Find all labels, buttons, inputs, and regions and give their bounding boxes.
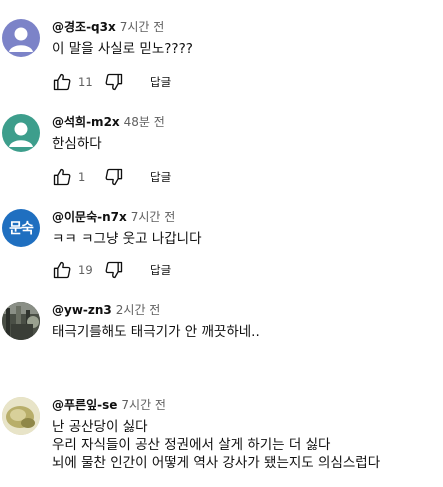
- comment-text: 난 공산당이 싫다 우리 자식들이 공산 정권에서 살게 하기는 더 싫다 뇌에…: [52, 418, 380, 472]
- profile-photo-icon: [2, 302, 40, 340]
- reply-button[interactable]: 답글: [150, 262, 171, 278]
- reply-button[interactable]: 답글: [150, 74, 171, 90]
- dislike-button[interactable]: [104, 167, 124, 187]
- comment-actions: 11 답글: [52, 72, 171, 92]
- dislike-button[interactable]: [104, 260, 124, 280]
- comment-header: @yw-zn3 2시간 전: [52, 302, 160, 318]
- like-button[interactable]: [52, 72, 72, 92]
- thumbs-down-icon: [105, 261, 123, 279]
- comment-text: ㅋㅋ ㅋ그냥 웃고 나갑니다: [52, 230, 202, 248]
- profile-photo-icon: [2, 397, 40, 435]
- thumbs-up-icon: [53, 261, 71, 279]
- comment-header: @이문숙-n7x 7시간 전: [52, 209, 175, 225]
- comment-line: ㅋㅋ ㅋ그냥 웃고 나갑니다: [52, 231, 202, 247]
- dislike-button[interactable]: [104, 72, 124, 92]
- thumbs-down-icon: [105, 73, 123, 91]
- avatar-initials: 문숙: [9, 221, 34, 237]
- person-icon: [9, 122, 33, 147]
- comment-line: 난 공산당이 싫다: [52, 419, 148, 435]
- like-count: 11: [78, 75, 93, 89]
- comment-line: 한심하다: [52, 136, 102, 152]
- avatar[interactable]: 문숙: [2, 209, 40, 247]
- comment-actions: 1 답글: [52, 167, 171, 187]
- comment-time[interactable]: 7시간 전: [131, 210, 176, 224]
- like-count: 1: [78, 170, 86, 184]
- like-count: 19: [78, 263, 93, 277]
- avatar[interactable]: [2, 19, 40, 57]
- author-name[interactable]: @이문숙-n7x: [52, 210, 127, 224]
- comment-header: @석희-m2x 48분 전: [52, 114, 165, 130]
- author-name[interactable]: @yw-zn3: [52, 303, 112, 317]
- comment-line: 태극기를해도 태극기가 안 깨끗하네..: [52, 324, 260, 340]
- comment-time[interactable]: 7시간 전: [120, 20, 165, 34]
- comment-text: 태극기를해도 태극기가 안 깨끗하네..: [52, 323, 260, 341]
- author-name[interactable]: @석희-m2x: [52, 115, 120, 129]
- comment-time[interactable]: 2시간 전: [116, 303, 161, 317]
- avatar[interactable]: [2, 114, 40, 152]
- person-icon: [9, 27, 33, 52]
- comment-time[interactable]: 7시간 전: [121, 398, 166, 412]
- avatar[interactable]: [2, 302, 40, 340]
- reply-button[interactable]: 답글: [150, 169, 171, 185]
- comment-line: 이 말을 사실로 믿노????: [52, 41, 193, 57]
- author-name[interactable]: @푸른잎-se: [52, 398, 117, 412]
- comment-line: 뇌에 물찬 인간이 어떻게 역사 강사가 됐는지도 의심스럽다: [52, 455, 381, 471]
- avatar[interactable]: [2, 397, 40, 435]
- comment-header: @경조-q3x 7시간 전: [52, 19, 164, 35]
- comment-text: 이 말을 사실로 믿노????: [52, 40, 193, 58]
- thumbs-up-icon: [53, 168, 71, 186]
- comment-actions: 19 답글: [52, 260, 171, 280]
- thumbs-down-icon: [105, 168, 123, 186]
- comment-header: @푸른잎-se 7시간 전: [52, 397, 166, 413]
- comment-text: 한심하다: [52, 135, 102, 153]
- comment-time[interactable]: 48분 전: [124, 115, 165, 129]
- comment-line: 우리 자식들이 공산 정권에서 살게 하기는 더 싫다: [52, 437, 331, 453]
- like-button[interactable]: [52, 260, 72, 280]
- thumbs-up-icon: [53, 73, 71, 91]
- like-button[interactable]: [52, 167, 72, 187]
- author-name[interactable]: @경조-q3x: [52, 20, 116, 34]
